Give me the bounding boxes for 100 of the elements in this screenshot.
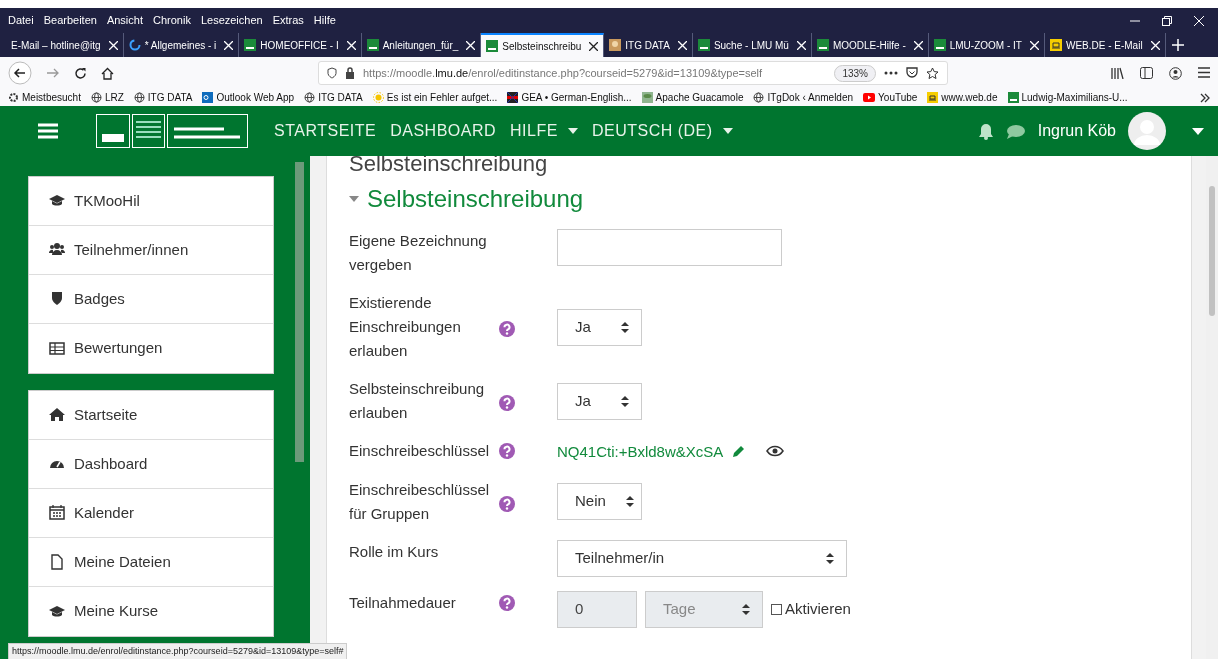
enrolment-key: NQ41Cti:+Bxld8w&XcSA [557,439,724,464]
bookmark-link[interactable]: ITgDok ‹ Anmelden [753,90,854,105]
globe-icon [133,92,145,103]
user-name[interactable]: Ingrun Köb [1037,119,1116,143]
lock-icon [345,67,355,79]
sidebar-item[interactable]: Kalender [29,489,273,538]
scrollbar[interactable] [295,162,304,462]
home-icon[interactable] [101,66,114,80]
menu-icon[interactable] [1198,66,1210,78]
close-icon[interactable] [589,41,599,51]
menu-item[interactable]: Datei [8,12,34,29]
bookmark-link[interactable]: Es ist ein Fehler aufget... [372,90,498,105]
avatar-icon[interactable] [1128,112,1166,150]
menu-item[interactable]: Hilfe [313,12,336,29]
caret-down-icon[interactable] [349,194,359,204]
help-icon[interactable] [499,443,515,459]
lmu-logo-icon [697,39,710,51]
web-de-logo-icon [1049,39,1062,51]
restore-icon[interactable] [1162,15,1172,26]
more-icon[interactable] [884,71,898,75]
chevron-icon[interactable] [1200,92,1210,103]
shield-icon [327,67,337,79]
lmu-logo-drawing[interactable] [96,114,248,148]
zoom-level[interactable]: 133% [834,64,876,82]
library-icon[interactable] [1111,66,1124,79]
reload-icon[interactable] [74,66,87,80]
web-de-logo-icon [927,92,939,103]
lmu-logo-icon [244,39,257,51]
bookmark-link[interactable]: Outlook Web App [202,90,295,105]
sidebar-item[interactable]: Badges [29,275,273,324]
bookmark-link[interactable]: Meistbesucht [8,90,81,105]
menu-item[interactable]: Lesezeichen [200,12,263,29]
address-bar[interactable]: https://moodle.lmu.de/enrol/editinstance.php?courseid=5279&id=13109&type=self 133% [318,61,948,85]
picture-icon [609,39,622,51]
select-field[interactable]: Ja [557,382,642,420]
field-label: Einschreibeschlüssel [349,441,491,461]
globe-icon [90,92,102,103]
caret-icon[interactable] [1192,127,1204,135]
help-icon[interactable] [499,395,515,411]
sidebar-item[interactable]: Dashboard [29,440,273,489]
sidebar-item[interactable]: Meine Dateien [29,538,273,587]
sort-arrows-icon [826,552,834,564]
sort-arrows-icon [621,321,629,333]
sidebar-item[interactable]: TKMooHil [29,177,273,226]
menu-item[interactable]: Ansicht [106,12,143,29]
bookmark-link[interactable]: Ludwig-Maximilians-U... [1007,90,1128,105]
menu-item[interactable]: Chronik [153,12,191,29]
bookmark-link[interactable]: YouTube [863,90,918,105]
calendar-icon [49,505,65,521]
sidebar-item[interactable]: Teilnehmer/innen [29,226,273,275]
globe-icon [753,92,765,103]
section-title[interactable]: Selbsteinschreibung [367,181,584,217]
lmu-logo-icon [816,39,829,51]
guacamole-icon [641,92,653,103]
home-icon [49,407,65,423]
help-icon[interactable] [499,321,515,337]
pencil-icon[interactable] [731,443,747,459]
sidebar-item[interactable]: Meine Kurse [29,587,273,636]
menu-item[interactable]: Extras [272,12,304,29]
sort-arrows-icon [742,603,750,615]
bookmark-link[interactable]: GEA • German-English... [507,90,632,105]
bookmark-link[interactable]: www.web.de [927,90,998,105]
help-icon[interactable] [499,495,515,512]
nav-link[interactable]: HILFE [510,119,578,143]
account-icon[interactable] [1169,66,1182,80]
browser-tab[interactable]: Selbsteinschreibu [481,33,605,57]
bookmark-link[interactable]: ITG DATA [304,90,363,105]
bookmark-link[interactable]: Apache Guacamole [641,90,744,105]
bookmark-link[interactable]: LRZ [90,90,124,105]
nav-link[interactable]: DEUTSCH (DE) [591,119,733,143]
url-text: https://moodle.lmu.de/enrol/editinstance.php?courseid=5279&id=13109&type=self [363,65,763,81]
number-input: 0 [557,590,637,628]
star-icon[interactable] [926,66,939,80]
sidebar-item[interactable]: Startseite [29,391,273,440]
field-label: Selbsteinschreibung erlauben [349,379,486,423]
forward-icon[interactable] [46,67,60,79]
select-field[interactable]: Teilnehmer/in [557,539,847,577]
caret-icon[interactable] [567,128,578,134]
sort-arrows-icon [621,395,629,407]
nav-link[interactable]: DASHBOARD [390,119,497,143]
menu-item[interactable]: Bearbeiten [43,12,97,29]
field-label: Einschreibeschlüssel für Gruppen [349,479,491,524]
select-field[interactable]: Ja [557,308,642,346]
bookmark-link[interactable]: ITG DATA [133,90,193,105]
outlook-icon [202,92,214,103]
pocket-icon[interactable] [906,67,918,79]
text-input[interactable] [557,229,782,266]
lmu-logo-icon [933,39,946,51]
back-icon[interactable] [8,61,32,85]
nav-link[interactable]: STARTSEITE [274,119,377,143]
new-tab-icon[interactable] [1171,39,1184,51]
loading-ring-icon [128,39,141,51]
sidebar-item[interactable]: Bewertungen [29,324,273,373]
chat-bubble-icon[interactable] [1005,123,1026,139]
scrollbar[interactable] [1206,156,1218,659]
caret-icon[interactable] [722,128,733,134]
eye-icon[interactable] [766,444,785,459]
select-field[interactable]: Nein [557,483,642,520]
bell-icon[interactable] [977,122,994,140]
sidebar-icon[interactable] [1140,66,1153,79]
